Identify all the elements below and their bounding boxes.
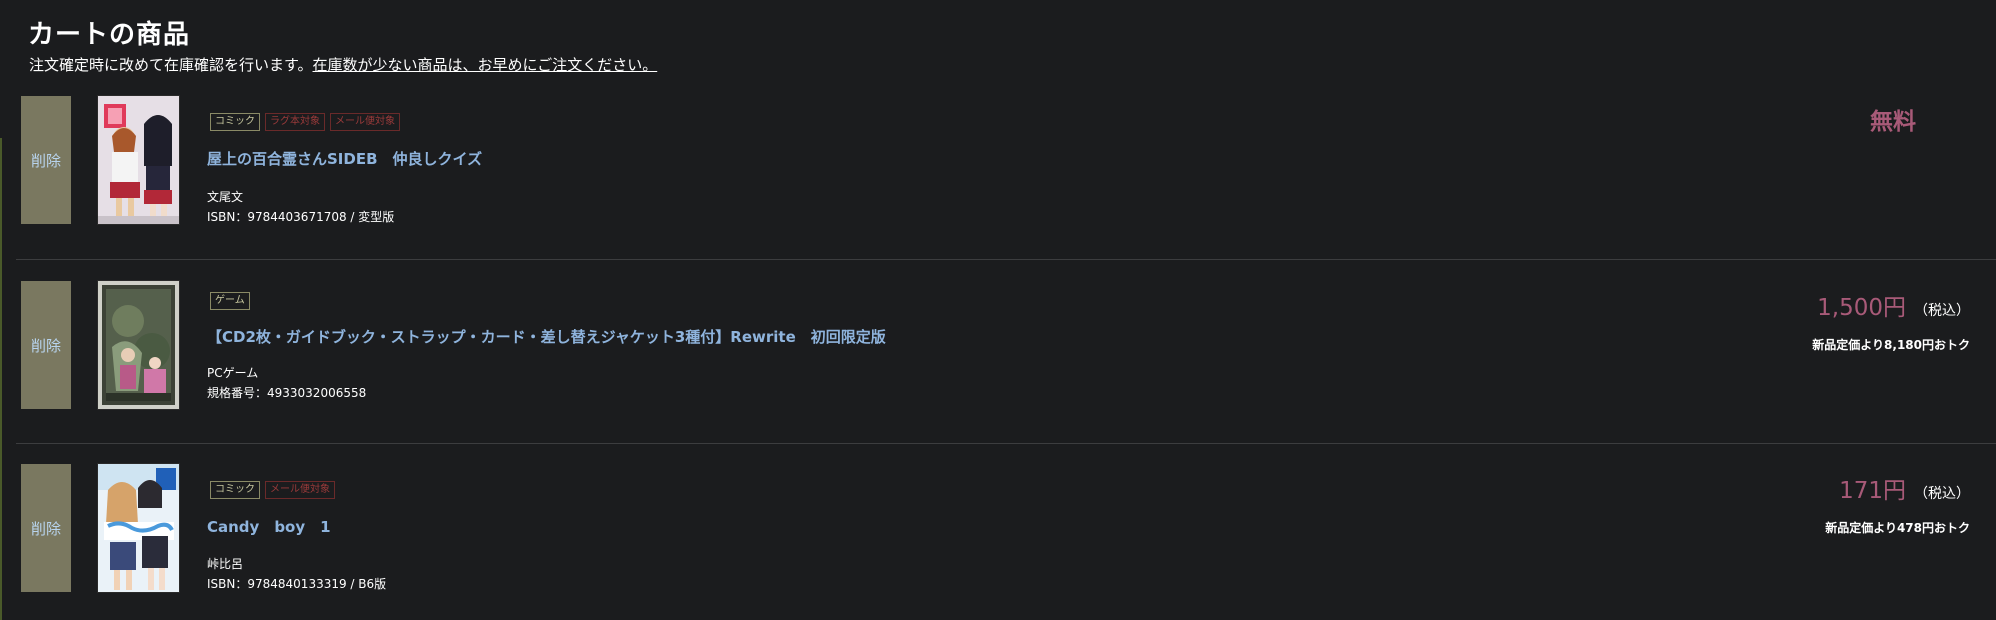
game-box-thumbnail[interactable] <box>98 281 179 409</box>
stock-notice-link[interactable]: 在庫数が少ない商品は、お早めにご注文ください。 <box>313 56 658 74</box>
item-isbn: ISBN：9784403671708 / 変型版 <box>207 210 395 224</box>
item-tags: ゲーム <box>210 292 250 310</box>
page-title: カートの商品 <box>28 20 191 50</box>
shipping-tag: メール便対象 <box>265 481 335 499</box>
genre-tag: コミック <box>210 481 260 499</box>
price-row: 1,500円 （税込） <box>1817 288 1970 322</box>
campaign-tag: ラグ本対象 <box>265 113 325 131</box>
delete-button[interactable]: 削除 <box>21 281 71 409</box>
cover-image-icon <box>98 281 179 409</box>
cover-image-icon <box>98 464 179 592</box>
delete-button[interactable]: 削除 <box>21 464 71 592</box>
cart-item: 削除 コミック メール便対象 Candy boy 1 峠比呂 ISBN：9784… <box>0 458 1996 620</box>
stock-notice-text: 注文確定時に改めて在庫確認を行います。 <box>29 56 313 74</box>
item-title-link[interactable]: 【CD2枚・ガイドブック・ストラップ・カード・差し替えジャケット3種付】Rewr… <box>207 326 886 347</box>
cart-item: 削除 ゲーム 【CD2枚・ガイドブック・ストラップ・カード・差し替えジャケット3… <box>0 275 1996 459</box>
item-tags: コミック ラグ本対象 メール便対象 <box>210 113 400 131</box>
item-divider <box>16 443 1996 444</box>
shipping-tag: メール便対象 <box>330 113 400 131</box>
comic-cover-thumbnail[interactable] <box>98 96 179 224</box>
item-isbn: ISBN：9784840133319 / B6版 <box>207 577 387 591</box>
tax-label: （税込） <box>1914 486 1970 502</box>
saving-text: 新品定価より8,180円おトク <box>1812 338 1970 352</box>
item-price: 171円 <box>1839 478 1906 504</box>
cover-image-icon <box>98 96 179 224</box>
cart-page: カートの商品 注文確定時に改めて在庫確認を行います。在庫数が少ない商品は、お早め… <box>0 0 1996 620</box>
price-row: 171円 （税込） <box>1839 471 1970 505</box>
item-title-link[interactable]: 屋上の百合霊さんSIDEB 仲良しクイズ <box>207 148 482 169</box>
saving-text: 新品定価より478円おトク <box>1825 521 1970 535</box>
tax-label: （税込） <box>1914 303 1970 319</box>
genre-tag: ゲーム <box>210 292 250 310</box>
item-code: 規格番号：4933032006558 <box>207 386 367 400</box>
item-title-link[interactable]: Candy boy 1 <box>207 516 331 537</box>
item-author: PCゲーム <box>207 366 259 380</box>
item-divider <box>16 259 1996 260</box>
item-author: 文尾文 <box>207 190 244 204</box>
item-price: 1,500円 <box>1817 295 1906 321</box>
delete-button[interactable]: 削除 <box>21 96 71 224</box>
cart-item: 削除 コミック ラグ本対象 メール便対象 屋上の百合霊さんSIDEB 仲良しクイ… <box>0 90 1996 274</box>
genre-tag: コミック <box>210 113 260 131</box>
item-author: 峠比呂 <box>207 557 244 571</box>
stock-notice: 注文確定時に改めて在庫確認を行います。在庫数が少ない商品は、お早めにご注文くださ… <box>29 54 657 75</box>
comic-cover-thumbnail[interactable] <box>98 464 179 592</box>
item-price: 無料 <box>1870 109 1916 135</box>
item-tags: コミック メール便対象 <box>210 481 335 499</box>
